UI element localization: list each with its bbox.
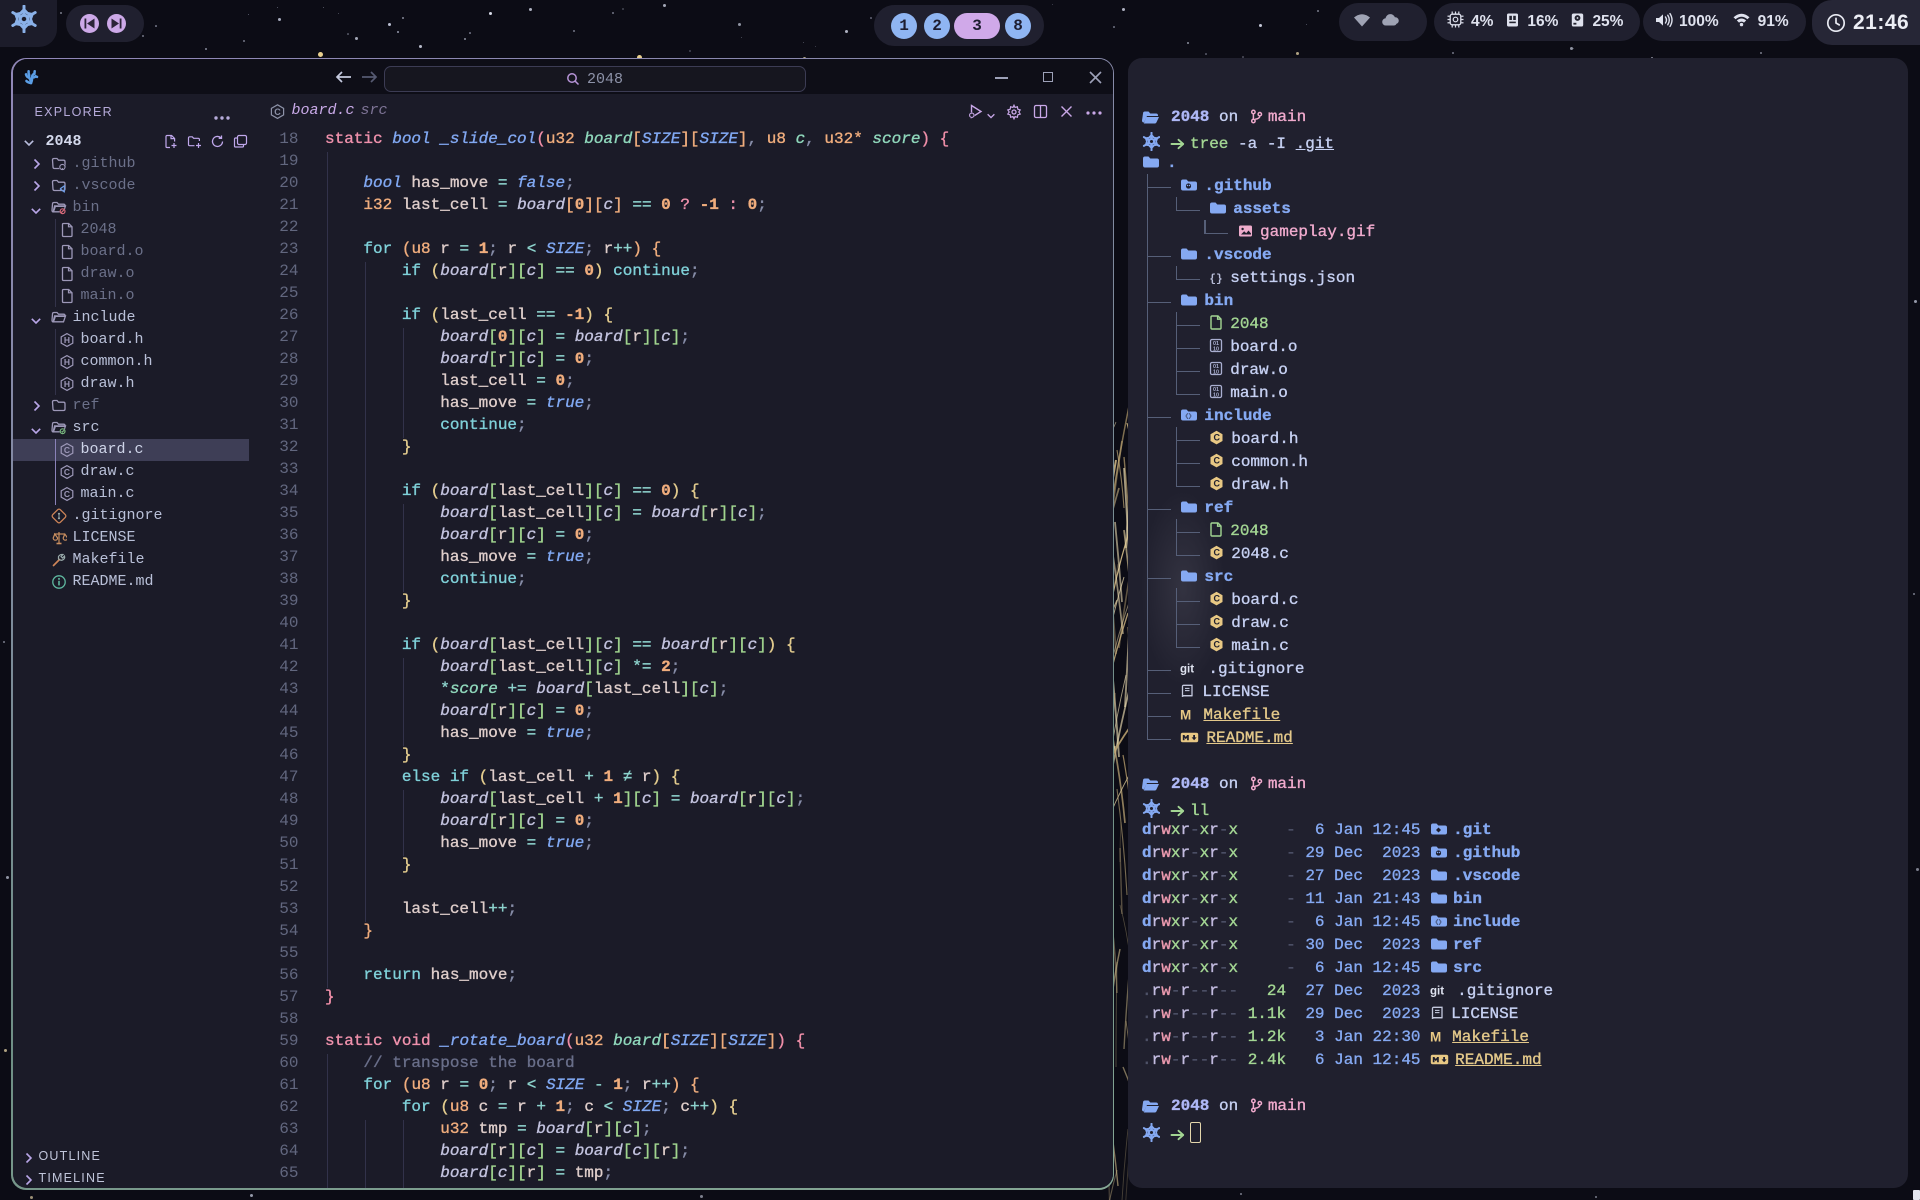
svg-text:10: 10: [1213, 369, 1219, 375]
svg-text:M: M: [1430, 1030, 1441, 1043]
svg-text:C: C: [1214, 617, 1221, 627]
svg-text:C: C: [1214, 456, 1221, 466]
svg-text:10: 10: [1213, 346, 1219, 352]
svg-text:H: H: [63, 379, 69, 389]
svg-text:git: git: [1430, 986, 1444, 998]
svg-text:{}: {}: [1210, 274, 1223, 285]
svg-text:C: C: [274, 107, 281, 117]
svg-text:C: C: [1214, 479, 1221, 489]
svg-text:C: C: [63, 489, 69, 499]
svg-text:H: H: [63, 357, 69, 367]
svg-text:C: C: [1214, 433, 1221, 443]
svg-text:git: git: [1180, 664, 1194, 676]
svg-text:10: 10: [1213, 392, 1219, 398]
svg-text:C: C: [63, 445, 69, 455]
svg-text:C: C: [1214, 594, 1221, 604]
svg-text:M: M: [1180, 708, 1191, 721]
svg-text:C: C: [63, 467, 69, 477]
svg-text:H: H: [63, 335, 69, 345]
svg-text:C: C: [1214, 548, 1221, 558]
svg-text:C: C: [1214, 640, 1221, 650]
